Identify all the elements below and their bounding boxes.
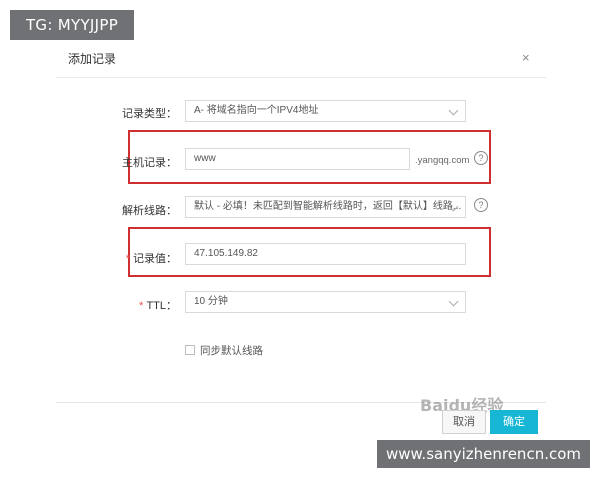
cancel-button[interactable]: 取消 <box>442 410 486 434</box>
line-help-icon[interactable]: ? <box>474 198 488 212</box>
record-type-value: A- 将域名指向一个IPV4地址 <box>194 105 319 116</box>
overlay-site-url: www.sanyizhenrencn.com <box>377 440 590 468</box>
record-value-input-value: 47.105.149.82 <box>194 248 258 259</box>
line-label: 解析线路： <box>122 205 177 217</box>
record-type-label: 记录类型： <box>122 108 177 120</box>
confirm-button[interactable]: 确定 <box>490 410 538 434</box>
record-value-input[interactable]: 47.105.149.82 <box>185 243 466 265</box>
dialog-title: 添加记录 <box>68 52 117 66</box>
close-icon[interactable]: × <box>522 50 530 65</box>
chevron-down-icon <box>448 105 459 116</box>
host-input-value: www <box>194 153 216 164</box>
domain-suffix: .yangqq.com <box>415 155 470 166</box>
overlay-tag: TG: MYYJJPP <box>10 10 134 40</box>
host-label: 主机记录： <box>122 157 177 169</box>
sync-default-label: 同步默认线路 <box>200 345 263 357</box>
record-value-label: * 记录值： <box>77 250 177 266</box>
sync-default-checkbox[interactable] <box>185 345 195 355</box>
ttl-select[interactable]: 10 分钟 <box>185 291 466 313</box>
required-mark: * <box>139 300 144 312</box>
ttl-label: * TTL： <box>77 297 177 313</box>
line-value: 默认 - 必填！未匹配到智能解析线路时，返回【默认】线路... <box>194 201 462 212</box>
record-value-label-text: 记录值： <box>133 253 177 265</box>
add-record-dialog: 添加记录 × 记录类型： A- 将域名指向一个IPV4地址 主机记录： www … <box>0 0 600 480</box>
required-mark: * <box>125 253 130 265</box>
record-type-select[interactable]: A- 将域名指向一个IPV4地址 <box>185 100 466 122</box>
host-input[interactable]: www <box>185 148 410 170</box>
chevron-down-icon <box>448 296 459 307</box>
ttl-label-text: TTL： <box>146 300 177 312</box>
header-divider <box>56 77 546 78</box>
line-select[interactable]: 默认 - 必填！未匹配到智能解析线路时，返回【默认】线路... <box>185 196 466 218</box>
host-help-icon[interactable]: ? <box>474 151 488 165</box>
ttl-value: 10 分钟 <box>194 296 228 307</box>
